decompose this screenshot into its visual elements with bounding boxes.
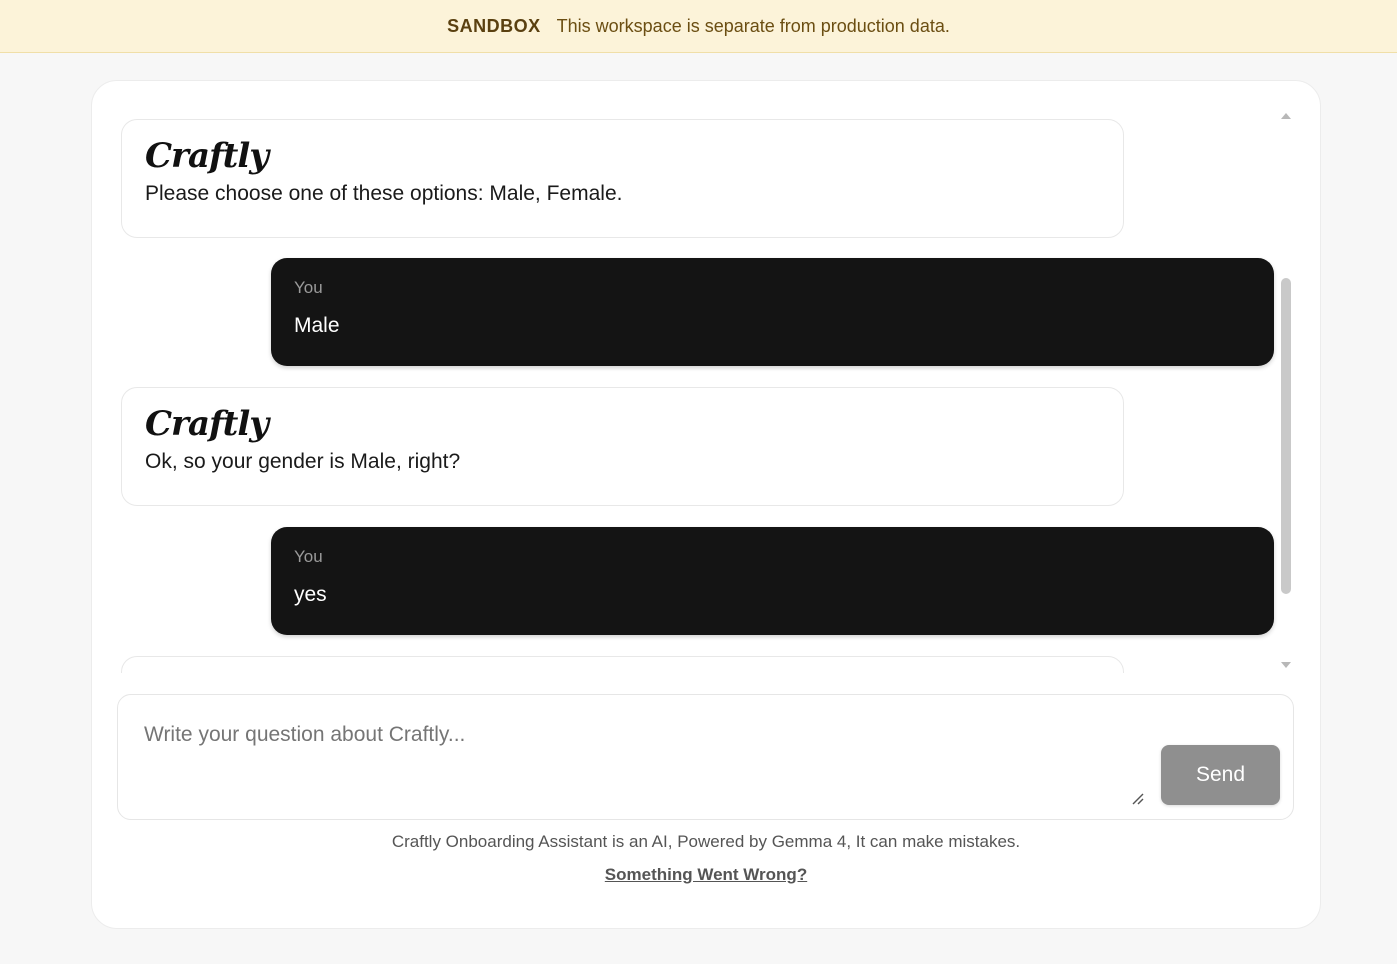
chat-scrollbar[interactable] — [1278, 108, 1294, 674]
user-sender-label: You — [294, 278, 323, 297]
sandbox-tag: SANDBOX — [447, 15, 541, 36]
craftly-logo: Craftly — [145, 136, 269, 176]
craftly-logo: Craftly — [145, 404, 269, 444]
chat-history[interactable]: Craftly Please choose one of these optio… — [121, 100, 1281, 673]
user-message-text: Male — [294, 314, 340, 337]
something-went-wrong-link[interactable]: Something Went Wrong? — [91, 865, 1321, 885]
user-message: You yes — [271, 527, 1274, 635]
sandbox-message: This workspace is separate from producti… — [556, 15, 950, 36]
ai-disclaimer: Craftly Onboarding Assistant is an AI, P… — [391, 832, 1021, 851]
scroll-up-arrow-icon[interactable] — [1281, 113, 1291, 119]
send-button[interactable]: Send — [1161, 745, 1280, 805]
bot-message-text: Ok, so your gender is Male, right? — [145, 450, 461, 473]
bot-message: Craftly Ok, so your gender is Male, righ… — [121, 387, 1124, 506]
user-message-text: yes — [294, 583, 327, 606]
scrollbar-thumb[interactable] — [1281, 278, 1291, 594]
bot-message-partial — [121, 656, 1124, 673]
user-message: You Male — [271, 258, 1274, 366]
bot-message-text: Please choose one of these options: Male… — [145, 182, 623, 205]
message-composer: Send — [117, 694, 1294, 820]
bot-message: Craftly Please choose one of these optio… — [121, 119, 1124, 238]
scroll-down-arrow-icon[interactable] — [1281, 662, 1291, 668]
resize-grip-icon[interactable] — [1130, 791, 1144, 805]
user-sender-label: You — [294, 547, 323, 566]
sandbox-banner: SANDBOX This workspace is separate from … — [0, 0, 1397, 53]
question-input[interactable] — [144, 723, 1134, 803]
